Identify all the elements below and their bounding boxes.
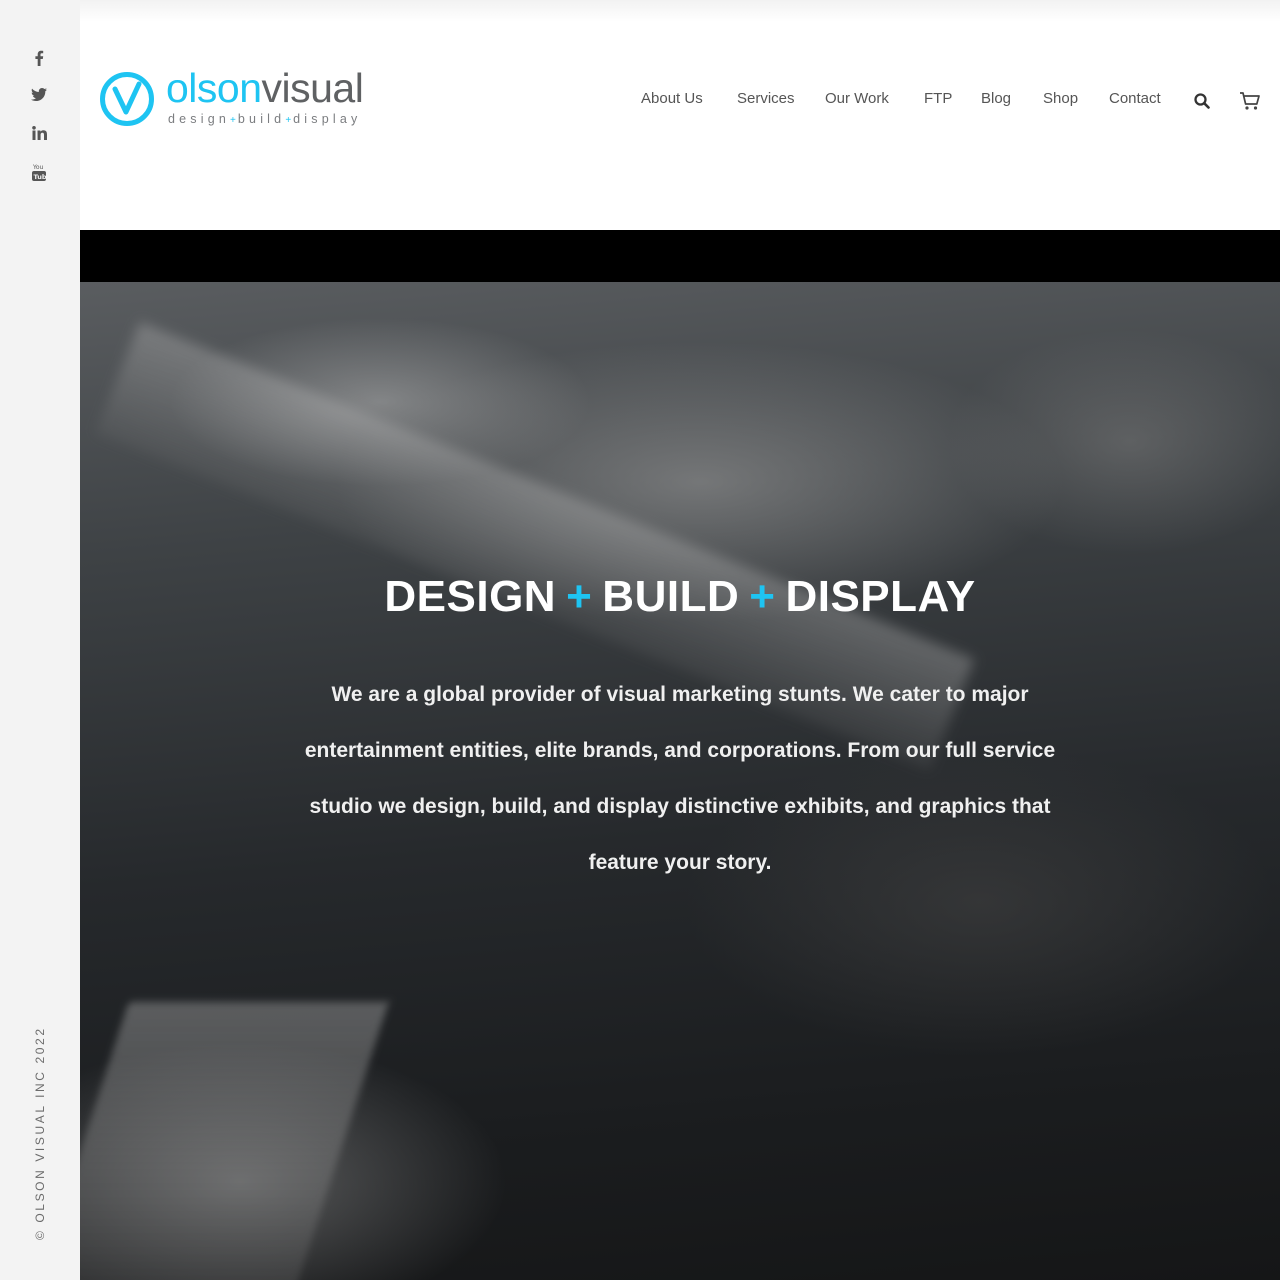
youtube-icon: You Tube <box>32 164 47 181</box>
logo-tag-display: display <box>293 112 362 126</box>
cart-button[interactable] <box>1238 90 1262 112</box>
copyright-text: © OLSON VISUAL INC 2022 <box>33 1026 47 1240</box>
hero-title-design: DESIGN <box>384 572 557 621</box>
linkedin-link[interactable] <box>26 121 52 145</box>
search-icon <box>1194 93 1210 109</box>
facebook-link[interactable] <box>26 46 52 70</box>
twitter-icon <box>31 87 47 101</box>
logo-tag-plus: + <box>230 115 238 126</box>
cart-icon <box>1240 92 1260 110</box>
nav-services[interactable]: Services <box>737 90 795 107</box>
nav-about-us[interactable]: About Us <box>641 90 703 107</box>
hero-title: DESIGN + BUILD + DISPLAY <box>80 572 1280 622</box>
social-sidebar: You Tube © OLSON VISUAL INC 2022 <box>0 0 80 1280</box>
linkedin-icon <box>31 126 47 140</box>
nav-blog[interactable]: Blog <box>981 90 1011 107</box>
youtube-link[interactable]: You Tube <box>26 160 52 184</box>
logo-tag-build: build <box>237 112 286 126</box>
hero-title-display: DISPLAY <box>785 572 976 621</box>
hero-section: DESIGN + BUILD + DISPLAY We are a global pro… <box>80 230 1280 1280</box>
svg-text:You: You <box>32 164 44 171</box>
nav-ftp[interactable]: FTP <box>924 90 952 107</box>
logo-tagline: design+build+display <box>168 112 361 126</box>
svg-text:Tube: Tube <box>34 173 47 181</box>
hero-title-build: BUILD <box>602 572 740 621</box>
site-header: olsonvisual design+build+display About U… <box>80 0 1280 230</box>
nav-contact[interactable]: Contact <box>1109 90 1161 107</box>
facebook-icon <box>35 50 44 66</box>
logo-tag-design: design <box>168 112 231 126</box>
nav-shop[interactable]: Shop <box>1043 90 1078 107</box>
logo-tag-plus: + <box>285 115 294 126</box>
main-nav: About Us Services Our Work FTP Blog Shop… <box>80 90 1280 110</box>
hero-title-plus: + <box>566 572 593 621</box>
hero-title-plus: + <box>749 572 776 621</box>
search-button[interactable] <box>1190 90 1214 112</box>
nav-our-work[interactable]: Our Work <box>825 90 889 107</box>
twitter-link[interactable] <box>26 82 52 106</box>
hero-description: We are a global provider of visual marke… <box>304 683 1056 874</box>
